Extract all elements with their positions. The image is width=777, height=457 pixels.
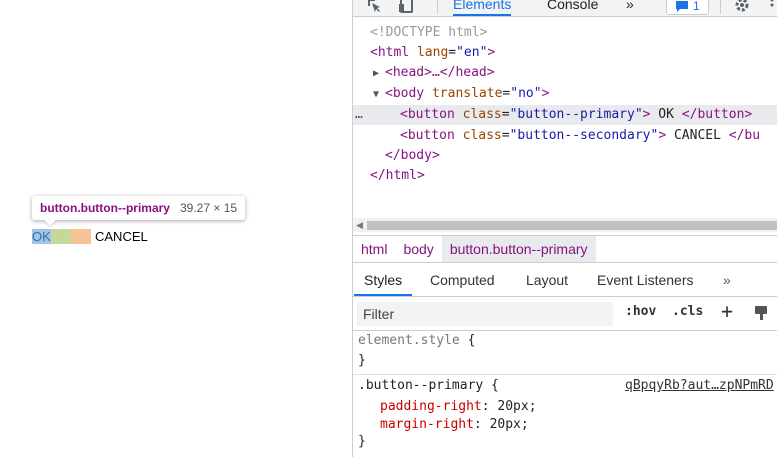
tab-styles[interactable]: Styles: [353, 264, 413, 296]
property-name[interactable]: margin-right: [380, 417, 474, 432]
html-close-tag: </html>: [370, 168, 425, 183]
style-property[interactable]: margin-right: 20px;: [380, 417, 529, 432]
doctype-text: <!DOCTYPE html>: [370, 25, 488, 40]
rule-open-brace: {: [483, 378, 499, 393]
scroll-left-icon[interactable]: ◀: [356, 220, 363, 231]
breadcrumb-body[interactable]: body: [395, 236, 441, 262]
rule-selector: element.style: [358, 333, 460, 348]
rule-close-brace: }: [358, 434, 366, 449]
rule-button-primary[interactable]: .button--primary { qBpqyRb?aut…zpNPmRD p…: [353, 377, 777, 457]
tree-node-html[interactable]: <html lang="en">: [353, 43, 777, 63]
button-attr: class: [462, 128, 502, 143]
property-value[interactable]: 20px: [497, 399, 528, 414]
issues-icon: [676, 1, 688, 12]
tab-computed[interactable]: Computed: [430, 264, 495, 296]
tree-node-button-primary[interactable]: … <button class="button--primary"> OK </…: [353, 105, 777, 125]
rule-source-link[interactable]: qBpqyRb?aut…zpNPmRD: [625, 378, 774, 393]
more-style-tabs-icon[interactable]: »: [723, 264, 731, 296]
device-toggle-icon[interactable]: [397, 0, 415, 19]
expand-arrow-icon[interactable]: ▶: [373, 64, 385, 84]
inspect-icon[interactable]: [365, 0, 383, 19]
button-close-tag: </bu: [728, 128, 761, 143]
color-format-icon[interactable]: [753, 304, 771, 326]
gear-icon[interactable]: [733, 0, 751, 19]
rule-close-brace: }: [358, 353, 366, 368]
button-tag-end: >: [658, 128, 667, 143]
page-viewport: button.button--primary 39.27 × 15 OK CAN…: [0, 0, 352, 457]
html-tag: <html: [370, 45, 410, 60]
tab-elements[interactable]: Elements: [453, 0, 512, 16]
ok-button-padding-overlay: [51, 229, 71, 244]
tab-event-listeners[interactable]: Event Listeners: [597, 264, 694, 296]
tooltip-selector: button.button--primary: [40, 201, 170, 215]
button-close-tag: </button>: [681, 107, 753, 122]
elements-tree: <!DOCTYPE html> <html lang="en"> ▶ <head>…: [353, 23, 777, 218]
html-tag-end: >: [487, 45, 496, 60]
rule-open-brace: {: [459, 333, 476, 348]
body-tag: <body: [385, 86, 425, 101]
tree-node-button-secondary[interactable]: <button class="button--secondary"> CANCE…: [353, 126, 777, 146]
button-text: OK: [650, 107, 682, 122]
collapse-arrow-icon[interactable]: ▼: [373, 85, 385, 105]
tree-node-body-close[interactable]: </body>: [353, 146, 777, 166]
html-attr-value: "en": [456, 45, 488, 60]
style-property[interactable]: padding-right: 20px;: [380, 399, 537, 414]
button-attr-value: "button--secondary": [509, 128, 659, 143]
body-close-tag: </body>: [385, 148, 440, 163]
issues-badge[interactable]: 1: [666, 0, 709, 15]
toolbar-separator: [720, 0, 721, 14]
property-name[interactable]: padding-right: [380, 399, 482, 414]
add-rule-button[interactable]: +: [721, 299, 733, 323]
body-attr: translate: [431, 86, 503, 101]
property-value[interactable]: 20px: [490, 417, 521, 432]
tooltip-size: 39.27 × 15: [179, 201, 238, 215]
ok-button-highlight[interactable]: OK: [32, 229, 91, 244]
toolbar-separator: [437, 0, 438, 14]
button-tag: <button: [400, 107, 455, 122]
ok-button[interactable]: OK: [32, 229, 51, 244]
tab-console[interactable]: Console: [547, 0, 598, 12]
scrollbar-thumb[interactable]: [367, 221, 777, 230]
button-row: OK CANCEL: [32, 229, 148, 244]
head-tag: <head>…</head>: [385, 65, 495, 80]
cancel-button[interactable]: CANCEL: [95, 229, 148, 244]
html-attr: lang: [416, 45, 449, 60]
issues-count: 1: [693, 0, 700, 13]
devtools-panel: Elements Console » 1 <!DOCTYPE html> <ht…: [352, 0, 777, 457]
horizontal-scrollbar[interactable]: ◀: [353, 218, 777, 232]
breadcrumb: html body button.button--primary: [353, 235, 777, 263]
styles-tabbar: Styles Computed Layout Event Listeners »: [353, 264, 777, 297]
hover-state-button[interactable]: :hov: [625, 304, 656, 319]
breadcrumb-button[interactable]: button.button--primary: [441, 236, 596, 262]
tree-node-html-close[interactable]: </html>: [353, 166, 777, 186]
tab-layout[interactable]: Layout: [526, 264, 568, 296]
more-icon[interactable]: [769, 0, 775, 19]
more-tabs-icon[interactable]: »: [626, 0, 634, 12]
button-attr: class: [462, 107, 502, 122]
body-tag-end: >: [541, 86, 550, 101]
inspect-tooltip: button.button--primary 39.27 × 15: [32, 196, 246, 220]
styles-filter-bar: :hov .cls +: [353, 298, 777, 331]
filter-input[interactable]: [357, 302, 613, 326]
tree-node-head[interactable]: ▶ <head>…</head>: [353, 63, 777, 83]
rule-selector: .button--primary: [358, 378, 484, 393]
tree-node-doctype[interactable]: <!DOCTYPE html>: [353, 23, 777, 43]
ok-button-margin-overlay: [71, 229, 91, 244]
rule-element-style[interactable]: element.style { }: [353, 332, 777, 375]
body-attr-value: "no": [510, 86, 542, 101]
breadcrumb-html[interactable]: html: [353, 236, 395, 262]
devtools-toolbar: Elements Console » 1: [353, 0, 777, 17]
button-tag: <button: [400, 128, 455, 143]
button-text: CANCEL: [666, 128, 729, 143]
button-attr-value: "button--primary": [509, 107, 643, 122]
tree-node-body[interactable]: ▼ <body translate="no">: [353, 84, 777, 104]
node-actions-icon[interactable]: …: [355, 105, 363, 125]
class-toggle-button[interactable]: .cls: [672, 304, 703, 319]
